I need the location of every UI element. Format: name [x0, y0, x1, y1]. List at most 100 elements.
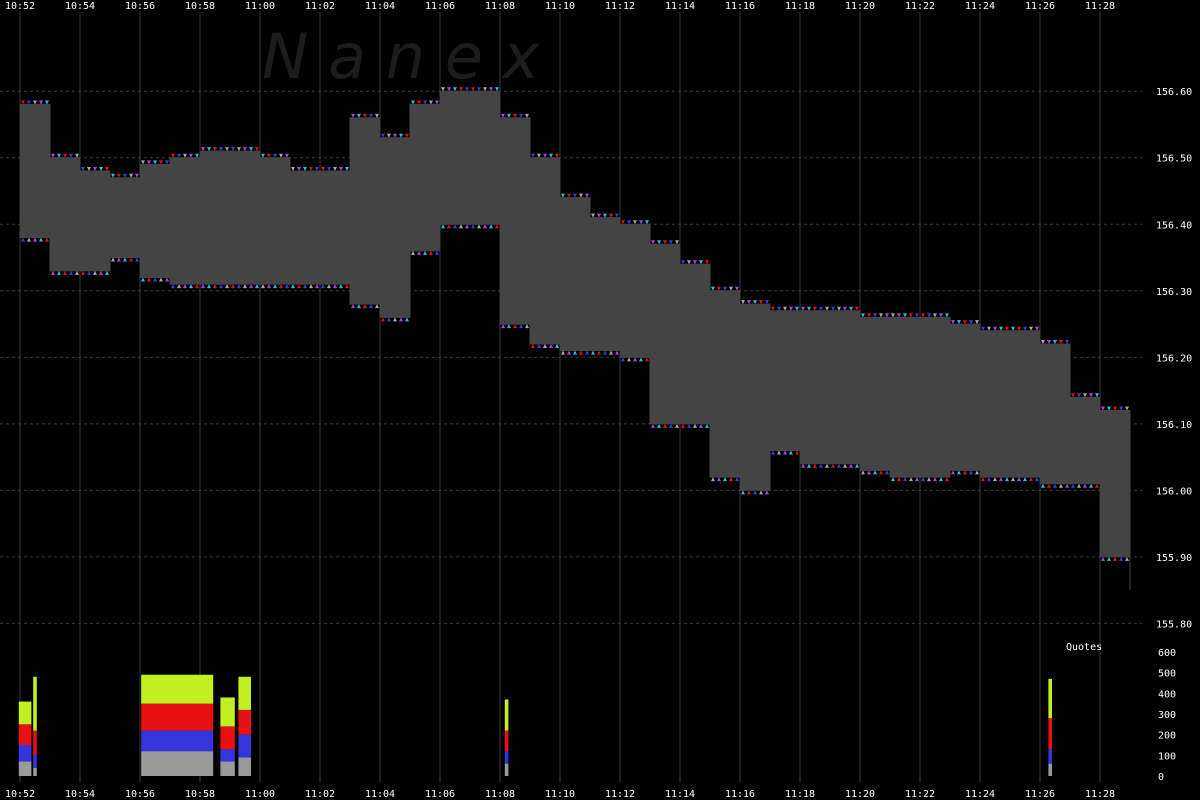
- volume-bar-lime: [33, 676, 37, 731]
- x-tick-top-0: 10:52: [5, 1, 35, 12]
- ask-marker: [177, 153, 181, 158]
- bid-marker: [381, 317, 385, 322]
- bid-marker: [105, 270, 109, 275]
- bid-marker: [519, 324, 523, 329]
- bid-marker: [771, 450, 775, 455]
- bid-marker: [723, 477, 727, 482]
- ask-marker: [543, 153, 547, 158]
- bid-marker: [735, 477, 739, 482]
- bid-marker: [141, 277, 145, 282]
- ask-marker: [513, 113, 517, 118]
- bid-marker: [747, 490, 751, 495]
- bid-marker: [897, 477, 901, 482]
- ask-marker: [423, 100, 427, 105]
- x-tick-top-7: 11:06: [425, 1, 455, 12]
- bid-marker: [207, 284, 211, 289]
- ask-marker: [51, 153, 55, 158]
- ask-marker: [729, 286, 733, 291]
- vol-tick-2: 400: [1158, 689, 1176, 700]
- x-tick-top-6: 11:04: [365, 1, 395, 12]
- ask-marker: [213, 147, 217, 152]
- ask-marker: [849, 306, 853, 311]
- bid-marker: [327, 284, 331, 289]
- x-tick-top-8: 11:08: [485, 1, 515, 12]
- ask-marker: [315, 167, 319, 172]
- ask-marker: [183, 153, 187, 158]
- bid-marker: [1041, 483, 1045, 488]
- bid-marker: [165, 277, 169, 282]
- x-tick-top-10: 11:12: [605, 1, 635, 12]
- ask-marker: [693, 260, 697, 265]
- bid-marker: [51, 270, 55, 275]
- bid-marker: [609, 350, 613, 355]
- ask-marker: [123, 173, 127, 178]
- x-tick-bottom-8: 11:08: [485, 789, 515, 800]
- bid-marker: [1071, 483, 1075, 488]
- y-tick-8: 155.80: [1156, 619, 1192, 630]
- ask-marker: [105, 167, 109, 172]
- bid-marker: [81, 270, 85, 275]
- bid-marker: [1017, 477, 1021, 482]
- bid-marker: [705, 423, 709, 428]
- ask-marker: [405, 133, 409, 138]
- ask-marker: [297, 167, 301, 172]
- vol-tick-0: 600: [1158, 648, 1176, 659]
- volume-bar-red: [1048, 718, 1052, 750]
- volume-bar-grey: [33, 767, 37, 776]
- ask-marker: [885, 313, 889, 318]
- ask-marker: [1101, 406, 1105, 411]
- bid-marker: [591, 350, 595, 355]
- bid-marker: [687, 423, 691, 428]
- ask-marker: [705, 260, 709, 265]
- bid-marker: [39, 237, 43, 242]
- ask-marker: [1089, 393, 1093, 398]
- ask-marker: [309, 167, 313, 172]
- ask-marker: [69, 153, 73, 158]
- bid-marker: [927, 477, 931, 482]
- volume-bar-lime: [504, 699, 509, 731]
- bid-marker: [1089, 483, 1093, 488]
- ask-marker: [357, 113, 361, 118]
- bid-marker: [1083, 483, 1087, 488]
- ask-marker: [945, 313, 949, 318]
- bid-marker: [189, 284, 193, 289]
- volume-bar-red: [141, 703, 214, 731]
- bid-marker: [153, 277, 157, 282]
- volume-bar-red: [18, 724, 32, 745]
- time-axis-bottom: 10:52 10:54 10:56 10:58 11:00 11:02 11:04 11:06…: [5, 789, 1115, 800]
- ask-marker: [777, 306, 781, 311]
- bid-marker: [99, 270, 103, 275]
- bid-marker: [399, 317, 403, 322]
- x-tick-bottom-12: 11:16: [725, 789, 755, 800]
- bid-marker: [27, 237, 31, 242]
- ask-marker: [951, 320, 955, 325]
- x-tick-top-5: 11:02: [305, 1, 335, 12]
- bid-marker: [291, 284, 295, 289]
- ask-marker: [807, 306, 811, 311]
- bid-marker: [369, 304, 373, 309]
- ask-marker: [531, 153, 535, 158]
- ask-marker: [975, 320, 979, 325]
- bid-marker: [111, 257, 115, 262]
- x-tick-top-14: 11:20: [845, 1, 875, 12]
- ask-marker: [1083, 393, 1087, 398]
- bid-marker: [633, 357, 637, 362]
- ask-marker: [585, 193, 589, 198]
- volume-bar-grey: [141, 751, 214, 776]
- ask-marker: [891, 313, 895, 318]
- ask-marker: [921, 313, 925, 318]
- bid-marker: [837, 463, 841, 468]
- bid-marker: [201, 284, 205, 289]
- bid-marker: [483, 224, 487, 229]
- bid-marker: [435, 250, 439, 255]
- bid-marker: [231, 284, 235, 289]
- ask-marker: [1059, 340, 1063, 345]
- bid-marker: [777, 450, 781, 455]
- ask-marker: [627, 220, 631, 225]
- volume-bar-grey: [238, 757, 251, 776]
- ask-marker: [261, 153, 265, 158]
- bid-marker: [501, 324, 505, 329]
- bid-marker: [567, 350, 571, 355]
- volume-bar-grey: [504, 763, 509, 776]
- volume-legend: Quotes: [1066, 642, 1102, 653]
